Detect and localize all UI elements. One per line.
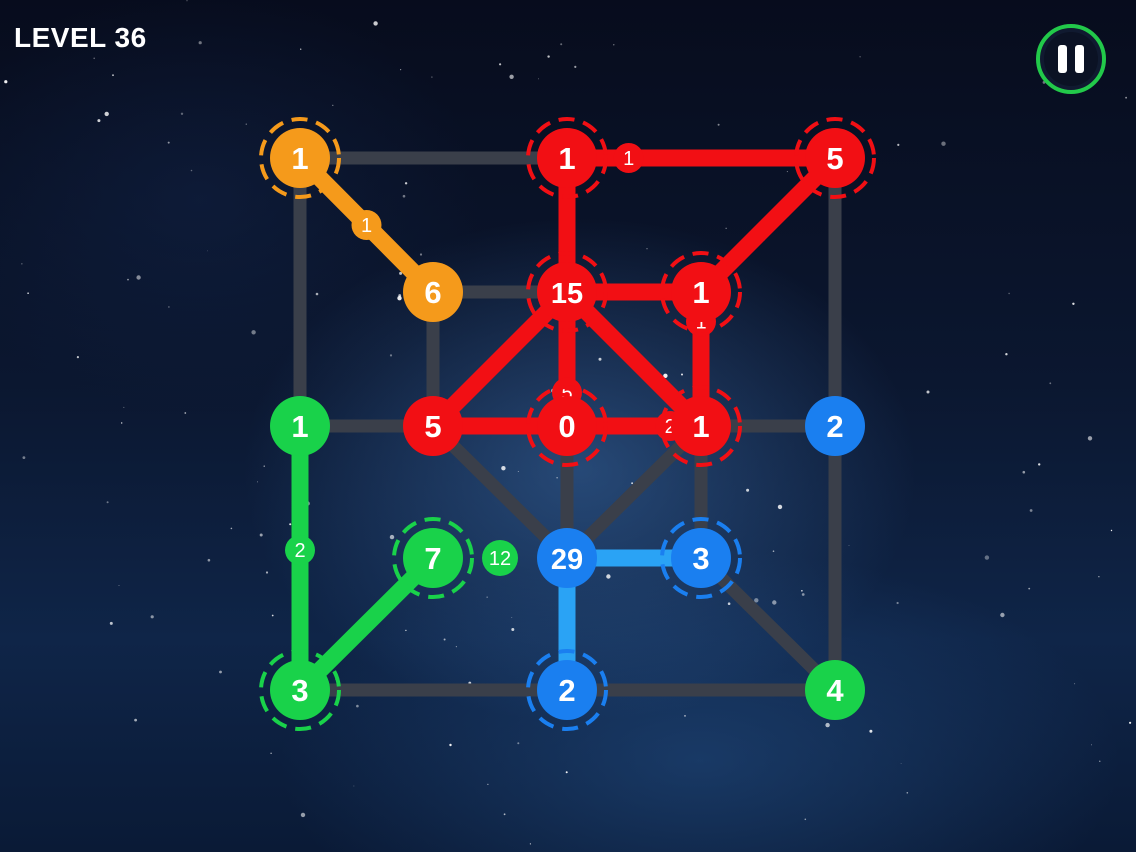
node-h[interactable]: 5 <box>403 396 463 456</box>
node-label: 1 <box>558 141 575 176</box>
node-label: 1 <box>692 409 709 444</box>
puzzle-board: 112 12152 1 1 56 15 11 5 0 1 27 29 33 2 4 <box>259 117 876 731</box>
node-label: 7 <box>424 541 441 576</box>
node-label: 6 <box>424 275 441 310</box>
node-d[interactable]: 6 <box>403 262 463 322</box>
node-label: 1 <box>291 141 308 176</box>
node-g[interactable]: 1 <box>270 396 330 456</box>
node-label: 2 <box>826 409 843 444</box>
edge-badge: 2 <box>285 535 315 566</box>
node-i[interactable]: 0 <box>526 385 608 467</box>
node-a[interactable]: 1 <box>259 117 341 199</box>
edge-badge-label: 12 <box>489 548 511 570</box>
node-label: 1 <box>291 409 308 444</box>
node-label: 1 <box>692 275 709 310</box>
node-label: 4 <box>826 673 844 708</box>
edge-badge: 1 <box>351 210 382 240</box>
node-m[interactable]: 29 <box>537 528 597 588</box>
node-f[interactable]: 1 <box>660 251 742 333</box>
edge-badge-label: 1 <box>623 148 634 170</box>
node-label: 15 <box>551 278 583 310</box>
node-label: 0 <box>558 409 575 444</box>
node-q[interactable]: 4 <box>805 660 865 720</box>
node-label: 3 <box>291 673 308 708</box>
node-o[interactable]: 3 <box>259 649 341 731</box>
edge-badge: 1 <box>613 143 644 173</box>
edge-badge: 12 <box>482 540 518 576</box>
node-k[interactable]: 2 <box>805 396 865 456</box>
node-b[interactable]: 1 <box>526 117 608 199</box>
node-label: 2 <box>558 673 575 708</box>
node-p[interactable]: 2 <box>526 649 608 731</box>
node-label: 5 <box>826 141 843 176</box>
node-label: 3 <box>692 541 709 576</box>
edge-badge-label: 1 <box>361 215 372 237</box>
edge-badge-label: 2 <box>294 540 305 562</box>
node-label: 5 <box>424 409 441 444</box>
node-label: 29 <box>551 544 583 576</box>
node-n[interactable]: 3 <box>660 517 742 599</box>
